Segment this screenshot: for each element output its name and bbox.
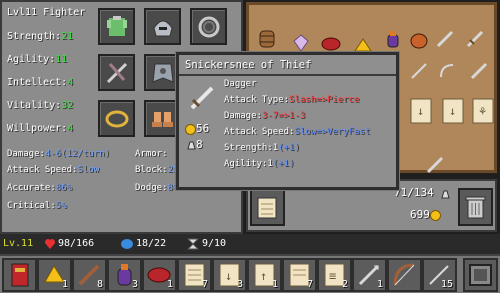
tooltip-price: 56 [185, 123, 209, 135]
combat-armor: Armor: [135, 149, 168, 159]
trash-icon [465, 196, 486, 219]
mana-text: 18/22 [136, 238, 167, 249]
boots-icon [152, 112, 173, 127]
combat-attack-speed: Attack Speed:Slow [7, 165, 100, 175]
capacity-text: 71/134 [394, 186, 434, 199]
svg-text:↓: ↓ [449, 104, 456, 118]
scroll-down-icon[interactable]: ↓ [441, 97, 465, 125]
tooltip-attack-type: Attack Type:Slash=>Pierce [224, 95, 360, 105]
hotbar-slot[interactable]: 7 [282, 258, 317, 292]
combat-accurate: Accurate:86% [7, 183, 73, 193]
equip-slot-helmet[interactable] [144, 8, 181, 45]
level-label: Lv.11 [3, 238, 34, 249]
meat-icon[interactable] [321, 33, 341, 53]
scroll-icon[interactable]: ↓ [409, 97, 433, 125]
equip-slot-amulet[interactable] [190, 8, 227, 45]
time-text: 9/10 [202, 238, 227, 249]
scroll-up-icon[interactable]: ⚘ [471, 97, 495, 125]
svg-text:↓: ↓ [417, 104, 424, 118]
hotbar-slot[interactable]: 1 [37, 258, 72, 292]
cloak-icon [152, 63, 174, 83]
tool-icon[interactable] [435, 29, 455, 49]
hotbar-slot[interactable] [2, 258, 37, 292]
coin-icon [185, 123, 196, 135]
barrel-icon[interactable] [257, 29, 277, 49]
combat-block: Block:25 [135, 165, 179, 175]
hotbar-slot[interactable] [387, 258, 422, 292]
heart-icon [45, 239, 55, 249]
svg-text:↑: ↑ [260, 269, 267, 283]
tooltip-attack-speed: Attack Speed:Slow=>VeryFast [224, 127, 371, 137]
menu-button[interactable] [463, 258, 498, 292]
item-tooltip: Snickersnee of Thief 56 8 Dagger Attack … [176, 52, 399, 190]
hotbar-slot[interactable]: 15 [422, 258, 457, 292]
tooltip-type: Dagger [224, 79, 257, 89]
hotbar: 1 8 3 1 7 ↓ 3 ↑ 1 7 ≡ 2 1 15 [0, 254, 500, 293]
svg-text:⚘: ⚘ [479, 104, 486, 118]
hotbar-slot[interactable]: 1 [142, 258, 177, 292]
bow-icon[interactable] [437, 61, 457, 81]
bag-capacity: 71/134 [394, 187, 451, 199]
combat-dodge: Dodge:8% [135, 183, 179, 193]
equip-slot-armor[interactable] [98, 8, 135, 45]
svg-text:↓: ↓ [225, 269, 232, 283]
weight-icon [187, 141, 196, 150]
dagger-icon [190, 86, 214, 110]
dagger-icon[interactable] [465, 29, 485, 49]
dart-icon[interactable] [469, 61, 489, 81]
stat-strength: Strength:21 [7, 31, 74, 42]
amulet-icon [198, 16, 220, 38]
hotbar-slot[interactable]: ↓ 3 [212, 258, 247, 292]
hotbar-slot[interactable]: 3 [107, 258, 142, 292]
coin-icon [429, 209, 441, 221]
hotbar-slot[interactable]: ≡ 2 [317, 258, 352, 292]
helmet-icon [153, 20, 173, 37]
hotbar-slot[interactable]: ↑ 1 [247, 258, 282, 292]
hotbar-slot[interactable]: 1 [352, 258, 387, 292]
sack-icon[interactable] [409, 29, 429, 49]
equip-slot-ring[interactable] [98, 100, 135, 137]
tooltip-title: Snickersnee of Thief [185, 59, 312, 71]
armor-icon [107, 16, 127, 36]
status-bar: Lv.11 98/166 18/22 9/10 [0, 234, 500, 254]
tooltip-divider [179, 74, 396, 76]
spellbook-icon [11, 263, 29, 287]
stairs-icon [257, 197, 277, 219]
svg-text:≡: ≡ [329, 269, 336, 283]
stat-willpower: Willpower:4 [7, 123, 74, 134]
tooltip-damage: Damage:3-7=>1-3 [224, 111, 306, 121]
stat-intellect: Intellect:4 [7, 77, 74, 88]
gold-text: 699 [410, 208, 430, 221]
tooltip-agility: Agility:1(+1) [224, 159, 295, 169]
gem-icon[interactable] [291, 33, 311, 53]
hp-text: 98/166 [58, 238, 95, 249]
bag-gold: 699 [410, 209, 441, 221]
ring-icon [105, 110, 129, 128]
mana-icon [121, 239, 133, 249]
hourglass-icon [186, 238, 200, 250]
arrow-icon[interactable] [409, 61, 429, 81]
menu-icon [469, 264, 492, 286]
knife-icon[interactable] [425, 155, 445, 175]
weight-icon [441, 190, 451, 198]
tooltip-weight: 8 [187, 139, 203, 150]
potion-icon[interactable] [383, 29, 403, 49]
character-title: Lvl11 Fighter [7, 7, 86, 18]
stat-agility: Agility:11 [7, 54, 68, 65]
hotbar-slot[interactable]: 8 [72, 258, 107, 292]
crossed-daggers-icon [106, 62, 128, 84]
hotbar-slot[interactable]: 7 [177, 258, 212, 292]
sort-button[interactable] [250, 188, 285, 226]
tooltip-strength: Strength:1(+1) [224, 143, 300, 153]
combat-damage: Damage:4-6(12/turn) [7, 149, 110, 159]
stat-vitality: Vitality:32 [7, 100, 74, 111]
equip-slot-weapon[interactable] [98, 54, 135, 91]
bow-icon [393, 263, 415, 286]
trash-button[interactable] [458, 188, 493, 226]
combat-critical: Critical:5% [7, 201, 67, 211]
